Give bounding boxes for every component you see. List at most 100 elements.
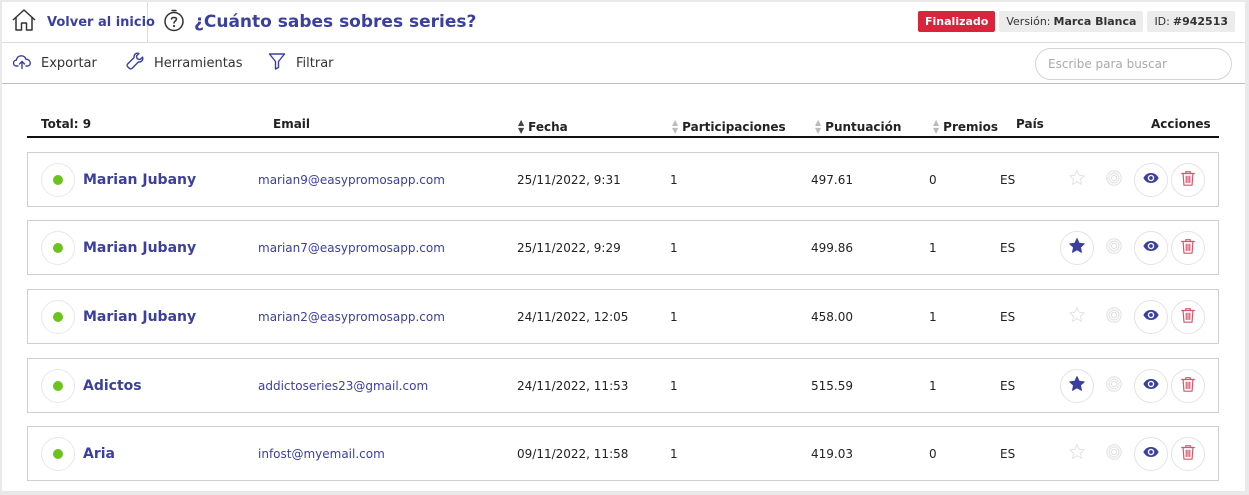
country-value: ES bbox=[1000, 309, 1016, 324]
target-icon bbox=[1105, 306, 1123, 328]
badges: Finalizado Versión: Marca Blanca ID: #94… bbox=[918, 11, 1235, 32]
table-row[interactable]: Adictos addictoseries23@gmail.com 24/11/… bbox=[27, 358, 1219, 413]
column-participations[interactable]: ▲ ▼ Participaciones bbox=[672, 119, 786, 135]
delete-button[interactable] bbox=[1171, 231, 1205, 265]
table-row[interactable]: Marian Jubany marian9@easypromosapp.com … bbox=[27, 152, 1219, 207]
participant-email: marian7@easypromosapp.com bbox=[258, 240, 445, 255]
participation-count: 1 bbox=[670, 172, 678, 187]
column-score[interactable]: ▲ ▼ Puntuación bbox=[815, 119, 901, 135]
home-button[interactable]: Volver al inicio bbox=[2, 2, 155, 42]
target-button[interactable] bbox=[1097, 369, 1131, 403]
prizes-value: 0 bbox=[929, 172, 937, 187]
prizes-value: 1 bbox=[929, 378, 937, 393]
target-icon bbox=[1105, 443, 1123, 465]
target-button[interactable] bbox=[1097, 163, 1131, 197]
view-button[interactable] bbox=[1134, 300, 1168, 334]
delete-button[interactable] bbox=[1171, 300, 1205, 334]
country-value: ES bbox=[1000, 240, 1016, 255]
page-title: ¿Cuánto sabes sobres series? bbox=[194, 12, 477, 32]
participant-name[interactable]: Adictos bbox=[83, 359, 142, 412]
participant-email: addictoseries23@gmail.com bbox=[258, 378, 429, 393]
active-dot bbox=[53, 175, 63, 185]
target-button[interactable] bbox=[1097, 300, 1131, 334]
participant-name[interactable]: Marian Jubany bbox=[83, 290, 196, 343]
status-indicator bbox=[41, 231, 75, 265]
star-button[interactable] bbox=[1060, 369, 1094, 403]
participant-name[interactable]: Marian Jubany bbox=[83, 221, 196, 274]
table-row[interactable]: Marian Jubany marian7@easypromosapp.com … bbox=[27, 220, 1219, 275]
sort-icon: ▲ ▼ bbox=[815, 118, 822, 135]
column-prizes-label: Premios bbox=[943, 120, 999, 134]
version-value: Marca Blanca bbox=[1053, 15, 1137, 28]
view-button[interactable] bbox=[1134, 369, 1168, 403]
view-button[interactable] bbox=[1134, 437, 1168, 471]
eye-icon bbox=[1142, 375, 1160, 397]
filter-button[interactable]: Filtrar bbox=[267, 43, 334, 83]
view-button[interactable] bbox=[1134, 231, 1168, 265]
participation-date: 24/11/2022, 11:53 bbox=[517, 378, 629, 393]
target-icon bbox=[1105, 375, 1123, 397]
trash-icon bbox=[1179, 237, 1197, 259]
participation-count: 1 bbox=[670, 309, 678, 324]
header-bar: Volver al inicio ¿Cuánto sabes sobres se… bbox=[2, 2, 1245, 43]
trash-icon bbox=[1179, 306, 1197, 328]
participant-name[interactable]: Aria bbox=[83, 427, 115, 480]
cloud-upload-icon bbox=[12, 51, 41, 75]
export-button[interactable]: Exportar bbox=[12, 43, 97, 83]
sort-icon: ▲ ▼ bbox=[933, 118, 940, 135]
star-icon bbox=[1068, 375, 1086, 397]
delete-button[interactable] bbox=[1171, 437, 1205, 471]
column-date[interactable]: ▲ ▼ Fecha bbox=[518, 119, 568, 135]
version-badge: Versión: Marca Blanca bbox=[999, 11, 1144, 32]
score-value: 458.00 bbox=[811, 309, 853, 324]
delete-button[interactable] bbox=[1171, 369, 1205, 403]
column-prizes[interactable]: ▲ ▼ Premios bbox=[933, 119, 998, 135]
tools-button[interactable]: Herramientas bbox=[125, 43, 243, 83]
table-row[interactable]: Aria infost@myemail.com 09/11/2022, 11:5… bbox=[27, 426, 1219, 481]
star-icon bbox=[1068, 306, 1086, 328]
delete-button[interactable] bbox=[1171, 163, 1205, 197]
country-value: ES bbox=[1000, 172, 1016, 187]
status-indicator bbox=[41, 300, 75, 334]
active-dot bbox=[53, 243, 63, 253]
active-dot bbox=[53, 312, 63, 322]
table-header: Total: 9 Email ▲ ▼ Fecha ▲ ▼ Participacion… bbox=[27, 110, 1219, 138]
column-email[interactable]: Email bbox=[273, 117, 310, 131]
stopwatch-icon bbox=[162, 8, 186, 36]
eye-icon bbox=[1142, 237, 1160, 259]
view-button[interactable] bbox=[1134, 163, 1168, 197]
participant-name[interactable]: Marian Jubany bbox=[83, 153, 196, 206]
home-icon bbox=[11, 8, 37, 36]
star-button[interactable] bbox=[1060, 300, 1094, 334]
star-button[interactable] bbox=[1060, 163, 1094, 197]
star-button[interactable] bbox=[1060, 231, 1094, 265]
participation-count: 1 bbox=[670, 378, 678, 393]
status-indicator bbox=[41, 369, 75, 403]
export-label: Exportar bbox=[41, 55, 97, 71]
table-row[interactable]: Marian Jubany marian2@easypromosapp.com … bbox=[27, 289, 1219, 344]
star-button[interactable] bbox=[1060, 437, 1094, 471]
column-total: Total: 9 bbox=[41, 117, 92, 131]
active-dot bbox=[53, 381, 63, 391]
star-icon bbox=[1068, 237, 1086, 259]
participation-date: 25/11/2022, 9:29 bbox=[517, 240, 621, 255]
participant-email: marian2@easypromosapp.com bbox=[258, 309, 445, 324]
title-area: ¿Cuánto sabes sobres series? bbox=[162, 2, 476, 42]
trash-icon bbox=[1179, 443, 1197, 465]
column-country: País bbox=[1016, 117, 1044, 131]
status-badge: Finalizado bbox=[918, 11, 996, 32]
score-value: 515.59 bbox=[811, 378, 853, 393]
prizes-value: 1 bbox=[929, 240, 937, 255]
target-button[interactable] bbox=[1097, 437, 1131, 471]
search-input[interactable] bbox=[1035, 48, 1232, 80]
score-value: 419.03 bbox=[811, 446, 853, 461]
eye-icon bbox=[1142, 306, 1160, 328]
version-label: Versión: bbox=[1006, 15, 1051, 28]
toolbar: Exportar Herramientas Filtrar bbox=[2, 43, 1245, 84]
trash-icon bbox=[1179, 375, 1197, 397]
prizes-value: 0 bbox=[929, 446, 937, 461]
status-indicator bbox=[41, 163, 75, 197]
sort-icon: ▲ ▼ bbox=[518, 118, 525, 135]
filter-icon bbox=[267, 51, 296, 75]
target-button[interactable] bbox=[1097, 231, 1131, 265]
